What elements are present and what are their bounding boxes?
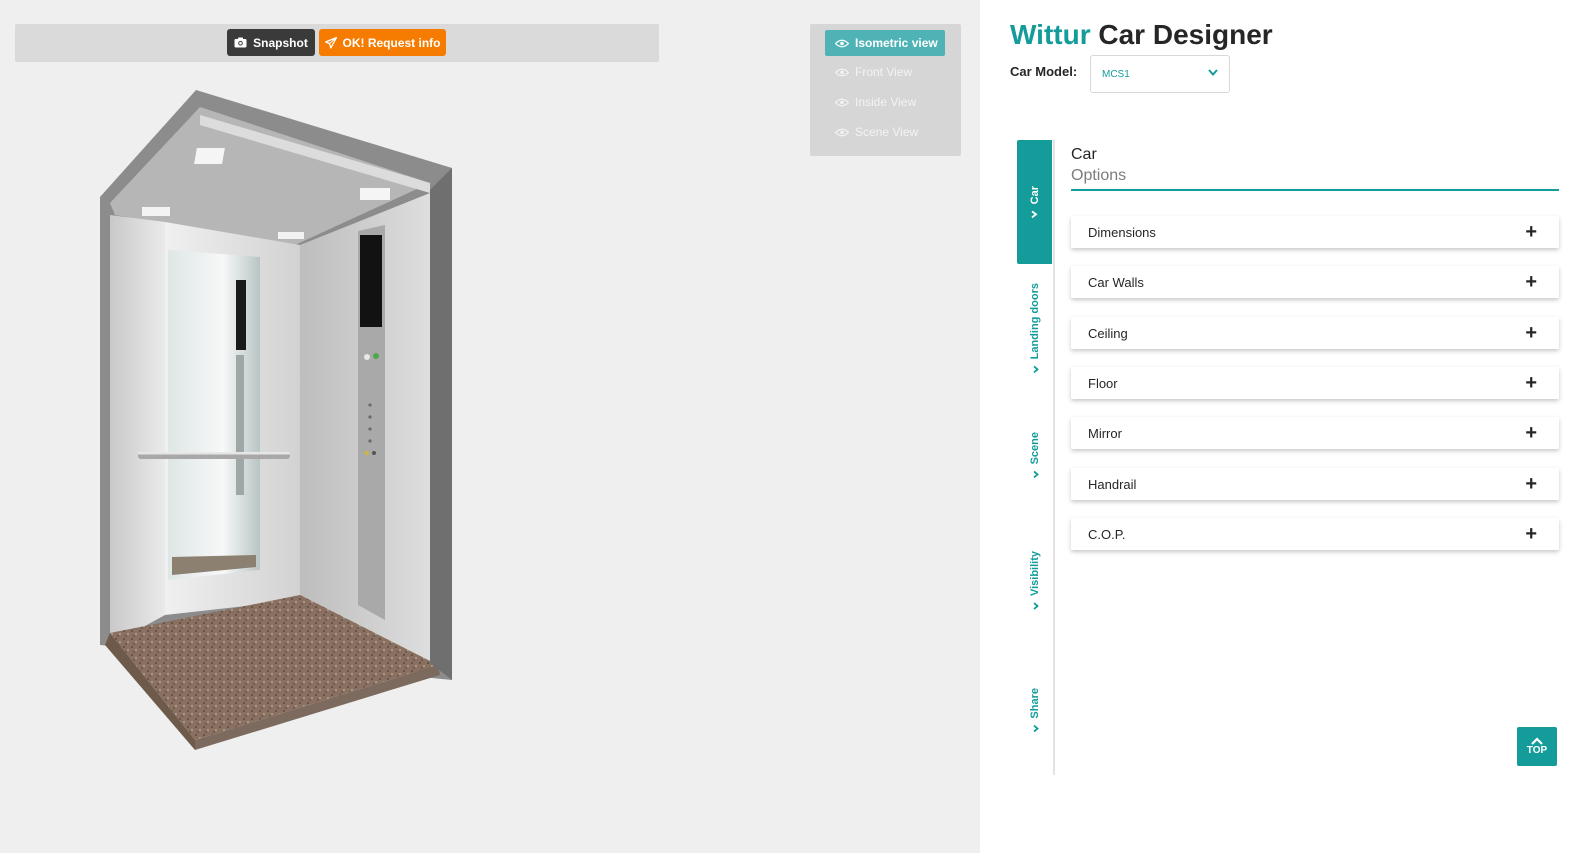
request-info-button[interactable]: OK! Request info (319, 29, 446, 56)
scroll-top-label: TOP (1526, 745, 1548, 756)
vertical-tabs: Car Landing doors Scene Visibility Share (1017, 140, 1055, 775)
page-title: Wittur Car Designer (1010, 19, 1273, 51)
plus-icon: + (1525, 221, 1537, 243)
chevron-down-icon (1208, 69, 1218, 76)
brand-name: Wittur (1010, 19, 1091, 50)
option-dimensions[interactable]: Dimensions + (1071, 216, 1559, 248)
tab-landing-doors[interactable]: Landing doors (1017, 282, 1052, 374)
view-scene-label: Scene View (855, 125, 919, 139)
snapshot-button[interactable]: Snapshot (227, 29, 315, 56)
option-label: Handrail (1088, 476, 1137, 492)
tab-car-label: Car (1028, 185, 1041, 205)
section-header: Car Options (1071, 146, 1559, 191)
option-car-walls[interactable]: Car Walls + (1071, 266, 1559, 298)
option-label: Dimensions (1088, 224, 1156, 240)
scroll-top-button[interactable]: TOP (1517, 727, 1557, 766)
tab-share-label: Share (1028, 687, 1041, 719)
tab-scene-label: Scene (1028, 431, 1041, 465)
plus-icon: + (1525, 422, 1537, 444)
section-title: Car (1071, 146, 1097, 163)
view-scene[interactable]: Scene View (825, 119, 945, 145)
title-text: Car Designer (1098, 19, 1273, 50)
view-inside[interactable]: Inside View (825, 89, 945, 115)
plus-icon: + (1525, 271, 1537, 293)
tab-visibility-label: Visibility (1028, 551, 1041, 597)
camera-icon (234, 37, 247, 48)
car-model-label: Car Model: (1010, 64, 1078, 79)
plus-icon: + (1525, 372, 1537, 394)
chevron-up-icon (1032, 470, 1039, 478)
viewer-pane: Snapshot OK! Request info Isometric view… (0, 0, 980, 853)
chevron-right-icon (1030, 210, 1037, 218)
plus-icon: + (1525, 523, 1537, 545)
view-isometric-label: Isometric view (855, 36, 938, 50)
car-model-select[interactable]: MCS1 (1090, 55, 1230, 93)
option-label: Car Walls (1088, 274, 1144, 290)
option-label: Floor (1088, 375, 1118, 391)
view-front[interactable]: Front View (825, 59, 945, 85)
tab-scene[interactable]: Scene (1017, 430, 1052, 480)
option-label: C.O.P. (1088, 526, 1126, 542)
section-subtitle: Options (1071, 167, 1127, 184)
request-info-label: OK! Request info (342, 35, 441, 50)
option-label: Ceiling (1088, 325, 1128, 341)
eye-icon (835, 39, 849, 47)
option-floor[interactable]: Floor + (1071, 367, 1559, 399)
option-ceiling[interactable]: Ceiling + (1071, 317, 1559, 349)
eye-icon (835, 68, 849, 76)
config-pane: Wittur Car Designer Car Model: MCS1 Car … (980, 0, 1589, 853)
paper-plane-icon (324, 36, 337, 49)
eye-icon (835, 98, 849, 106)
chevron-up-icon (1531, 737, 1543, 745)
tab-landing-doors-label: Landing doors (1028, 282, 1041, 360)
view-inside-label: Inside View (855, 95, 917, 109)
chevron-up-icon (1032, 602, 1039, 611)
plus-icon: + (1525, 322, 1537, 344)
option-label: Mirror (1088, 425, 1122, 441)
view-menu: Isometric view Front View Inside View Sc… (810, 24, 961, 156)
plus-icon: + (1525, 473, 1537, 495)
option-handrail[interactable]: Handrail + (1071, 468, 1559, 500)
chevron-up-icon (1032, 365, 1039, 373)
tab-share[interactable]: Share (1017, 685, 1052, 735)
snapshot-label: Snapshot (253, 35, 308, 50)
option-mirror[interactable]: Mirror + (1071, 417, 1559, 449)
option-cop[interactable]: C.O.P. + (1071, 518, 1559, 550)
tab-visibility[interactable]: Visibility (1017, 550, 1052, 612)
eye-icon (835, 128, 849, 136)
car-model-value: MCS1 (1102, 68, 1130, 80)
tab-car[interactable]: Car (1017, 140, 1052, 264)
chevron-up-icon (1032, 724, 1039, 732)
view-front-label: Front View (855, 65, 913, 79)
elevator-car-render[interactable] (90, 85, 470, 775)
view-isometric[interactable]: Isometric view (825, 30, 945, 56)
